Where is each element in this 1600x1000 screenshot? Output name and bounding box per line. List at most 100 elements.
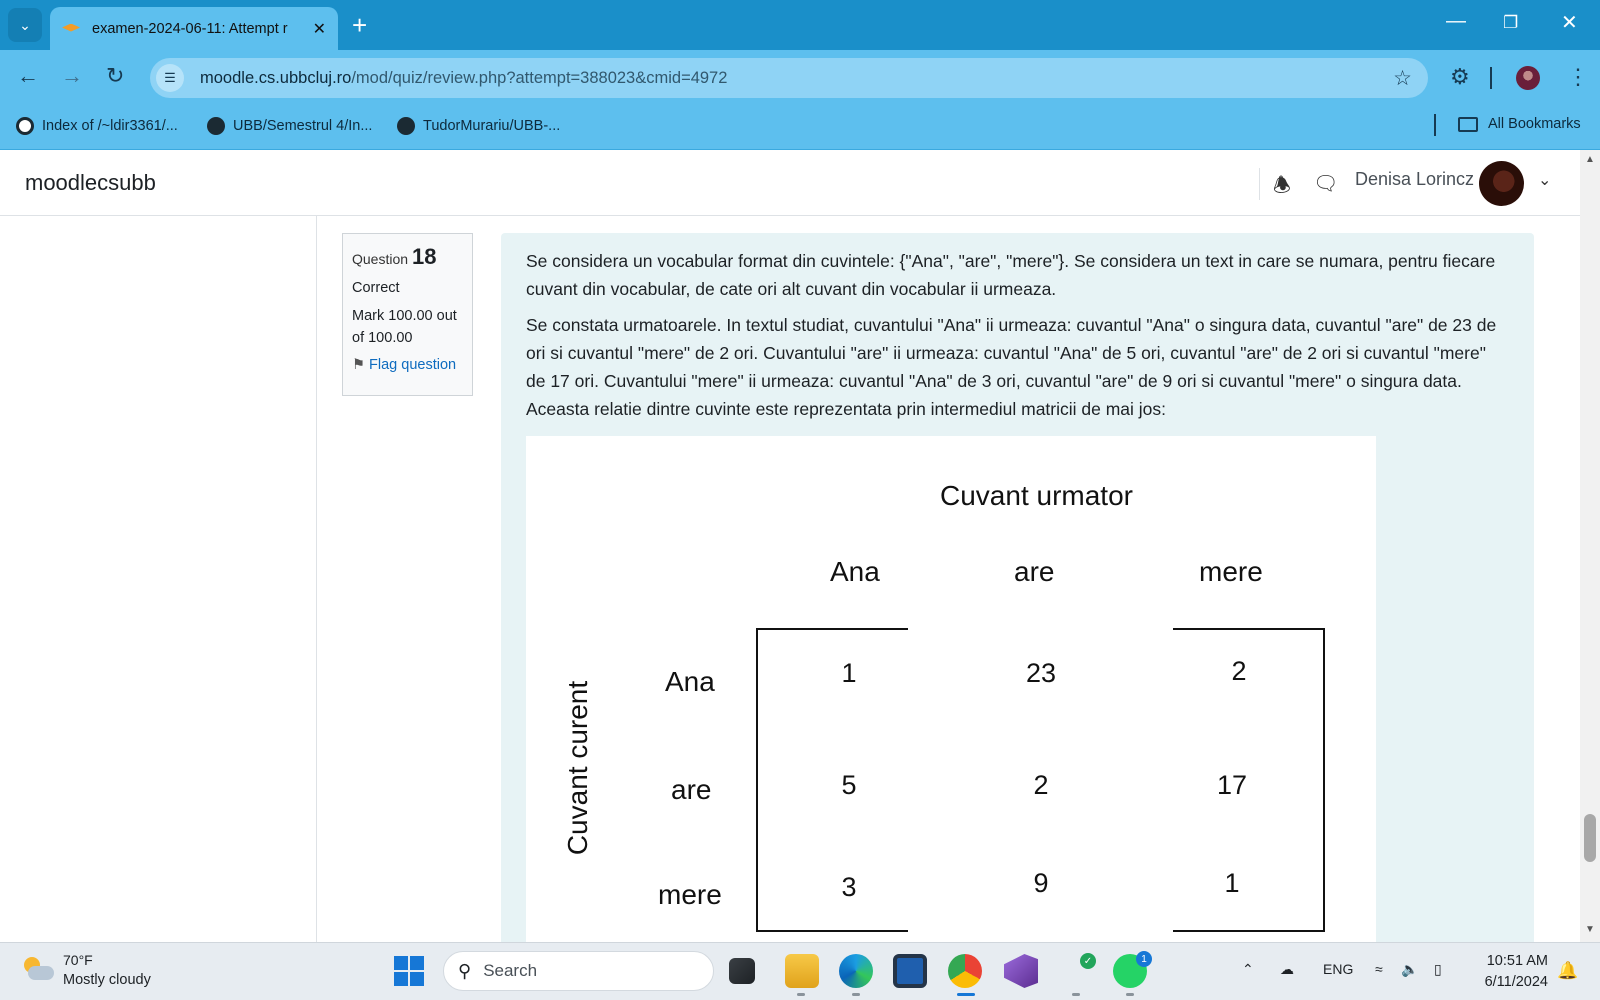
moodle-favicon-icon (62, 22, 80, 36)
taskbar-search-placeholder: Search (483, 961, 538, 980)
scroll-up-arrow-icon[interactable]: ▲ (1585, 154, 1595, 165)
menu-kebab-icon[interactable]: ⋮ (1567, 64, 1589, 90)
weather-cloud-sun-icon[interactable] (22, 957, 54, 983)
matrix-cell: 5 (841, 770, 857, 800)
site-brand[interactable]: moodlecsubb (25, 170, 156, 196)
matrix-row-title: Cuvant curent (562, 680, 593, 856)
extensions-puzzle-icon[interactable]: ⚙ (1450, 64, 1470, 90)
matrix-column-title: Cuvant urmator (940, 480, 1133, 511)
system-clock[interactable]: 10:51 AM 6/11/2024 (1468, 951, 1548, 993)
url-path: /mod/quiz/review.php?attempt=388023&cmid… (351, 68, 728, 87)
browser-toolbar: ← → ↻ ☰ moodle.cs.ubbcluj.ro/mod/quiz/re… (0, 50, 1600, 106)
notification-bell-icon[interactable]: 🔔 (1557, 961, 1578, 981)
matrix-cell: 9 (1033, 868, 1049, 898)
question-state: Correct (352, 280, 400, 296)
task-view-icon[interactable] (729, 958, 755, 984)
question-paragraph-1: Se considera un vocabular format din cuv… (526, 251, 1496, 299)
matrix-cell: 1 (841, 658, 857, 688)
navbar-divider (1259, 168, 1260, 200)
github-icon (397, 117, 415, 135)
globe-icon (16, 117, 34, 135)
tab-close-icon[interactable]: ✕ (313, 19, 326, 39)
weather-temperature[interactable]: 70°F (63, 952, 93, 968)
matrix-col-label-0: Ana (830, 556, 880, 587)
chrome-active-indicator (957, 993, 975, 996)
whatsapp-badge: 1 (1136, 951, 1152, 967)
page-content: moodlecsubb 🕭 🗨 Denisa Lorincz ⌄ Questio… (0, 150, 1580, 942)
user-menu-chevron-down-icon[interactable]: ⌄ (1538, 170, 1551, 190)
matrix-cell: 2 (1231, 656, 1247, 686)
minimize-icon[interactable]: — (1446, 10, 1466, 33)
speaker-muted-icon[interactable]: 🔈 (1401, 961, 1418, 978)
tab-title: examen-2024-06-11: Attempt r (92, 20, 288, 37)
new-tab-plus-icon[interactable]: + (352, 12, 367, 38)
question-paragraph-2: Se constata urmatoarele. In textul studi… (526, 315, 1497, 419)
edge-browser-icon[interactable] (839, 954, 873, 988)
question-grade: Mark 100.00 out of 100.00 (352, 308, 457, 346)
bookmark-label: UBB/Semestrul 4/In... (233, 118, 373, 134)
clock-time: 10:51 AM (1486, 953, 1548, 969)
question-number-value: 18 (412, 244, 437, 269)
microsoft-store-icon[interactable] (893, 954, 927, 988)
file-explorer-icon[interactable] (785, 954, 819, 988)
windows-start-icon[interactable] (394, 956, 424, 986)
scroll-down-arrow-icon[interactable]: ▼ (1585, 924, 1595, 935)
question-number: Question 18 (352, 244, 463, 270)
forward-arrow-icon[interactable]: → (61, 65, 83, 87)
browser-tab-active[interactable]: examen-2024-06-11: Attempt r ✕ (50, 7, 338, 50)
user-avatar[interactable] (1479, 161, 1524, 206)
show-hidden-icons-chevron-up-icon[interactable]: ⌃ (1242, 961, 1254, 978)
matrix-row-label-1: are (671, 774, 712, 805)
notifications-bell-icon[interactable]: 🕭 (1273, 171, 1291, 205)
bookmark-item-1[interactable]: UBB/Semestrul 4/In... (207, 117, 372, 135)
matrix-row-label-0: Ana (665, 666, 715, 697)
weather-condition[interactable]: Mostly cloudy (63, 972, 151, 988)
restore-icon[interactable]: ❐ (1503, 13, 1518, 33)
windows-taskbar: 70°F Mostly cloudy ⚲ Search ✓ 1 ⌃ ☁ ENG … (0, 942, 1600, 1000)
bookmark-item-2[interactable]: TudorMurariu/UBB-... (397, 117, 560, 135)
flag-question-link[interactable]: ⚑ Flag question (352, 357, 463, 373)
matrix-cell: 2 (1033, 770, 1049, 800)
visual-studio-icon[interactable] (1004, 954, 1038, 988)
github-icon (207, 117, 225, 135)
profile-avatar-icon[interactable] (1516, 66, 1540, 90)
search-icon: ⚲ (458, 960, 472, 981)
onedrive-error-icon[interactable]: ☁ (1280, 961, 1294, 978)
question-text-panel: Se considera un vocabular format din cuv… (501, 233, 1534, 942)
toolbar-divider (1490, 67, 1492, 89)
matrix-cell: 1 (1224, 868, 1240, 898)
messages-chat-icon[interactable]: 🗨 (1313, 171, 1338, 196)
language-indicator[interactable]: ENG (1323, 961, 1353, 977)
scrollbar-thumb[interactable] (1584, 814, 1596, 862)
url-text: moodle.cs.ubbcluj.ro/mod/quiz/review.php… (200, 69, 727, 88)
site-info-icon[interactable]: ☰ (156, 64, 184, 92)
taskbar-search-box[interactable]: ⚲ Search (443, 951, 714, 991)
reload-icon[interactable]: ↻ (106, 65, 124, 87)
matrix-cell: 17 (1216, 770, 1248, 800)
back-arrow-icon[interactable]: ← (17, 65, 39, 87)
bookmark-item-0[interactable]: Index of /~ldir3361/... (16, 117, 178, 135)
address-bar[interactable]: ☰ moodle.cs.ubbcluj.ro/mod/quiz/review.p… (150, 58, 1428, 98)
whatsapp-running-indicator (1126, 993, 1134, 996)
edge-running-indicator (852, 993, 860, 996)
bookmark-label: Index of /~ldir3361/... (42, 118, 178, 134)
drawer-border (316, 216, 317, 942)
bookmark-star-icon[interactable]: ☆ (1393, 66, 1412, 91)
tray-app-running-indicator (1072, 993, 1080, 996)
matrix-cell: 3 (841, 872, 857, 902)
window-close-icon[interactable]: ✕ (1561, 10, 1578, 35)
flag-question-label: Flag question (369, 357, 457, 373)
question-info-panel: Question 18 Correct Mark 100.00 out of 10… (342, 233, 473, 396)
page-scrollbar[interactable]: ▲ ▼ (1580, 150, 1600, 942)
all-bookmarks-button[interactable]: All Bookmarks (1458, 116, 1581, 132)
user-name[interactable]: Denisa Lorincz (1355, 169, 1474, 190)
folder-icon (1458, 116, 1478, 132)
all-bookmarks-label: All Bookmarks (1488, 116, 1581, 132)
wifi-icon[interactable]: ≈ (1375, 961, 1383, 977)
tab-search-chevron-icon[interactable]: ⌄ (8, 8, 42, 42)
battery-icon[interactable]: ▯ (1434, 961, 1442, 978)
clock-date: 6/11/2024 (1484, 974, 1548, 990)
matrix-col-label-2: mere (1199, 556, 1263, 587)
browser-title-bar: ⌄ examen-2024-06-11: Attempt r ✕ + — ❐ ✕ (0, 0, 1600, 50)
chrome-icon[interactable] (948, 954, 982, 988)
